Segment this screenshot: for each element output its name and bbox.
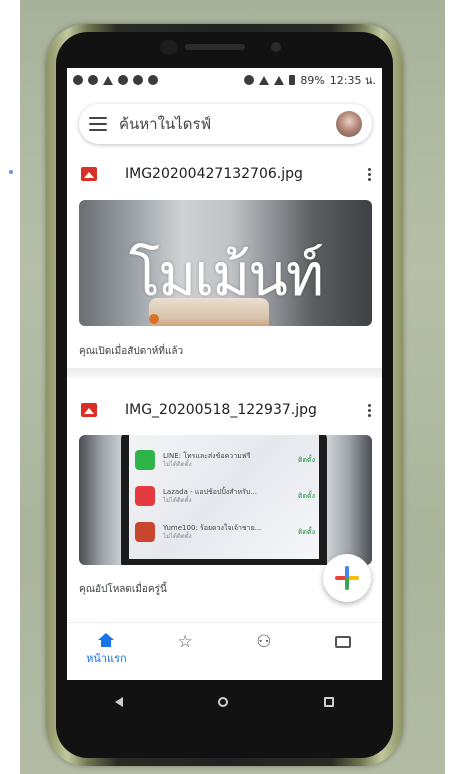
file-activity-text: คุณอัปโหลดเมื่อครู่นี้: [79, 584, 167, 595]
clock: 12:35 น.: [329, 74, 376, 87]
app-title: Lazada - แอปช้อปปิ้งสำหรับ... ไม่ได้ติดต…: [163, 487, 257, 504]
avatar[interactable]: [336, 111, 362, 137]
card-divider: [67, 368, 382, 378]
app-install-label: ติดตั้ง: [297, 491, 315, 500]
more-options-icon[interactable]: [368, 167, 372, 181]
cast-icon: [118, 75, 128, 85]
wifi-icon: [259, 75, 270, 85]
status-notifications: [73, 75, 158, 85]
thumbnail-cup-detail: [149, 314, 159, 324]
thumbnail-phone: LINE: โทรและส่งข้อความฟรี ไม่ได้ติดตั้ง …: [121, 435, 327, 565]
battery-icon: [289, 75, 296, 85]
nav-files[interactable]: [313, 633, 373, 648]
signal-icon: [274, 75, 285, 85]
app-title: Yume100: ร้อยดวงใจเจ้าชาย... ไม่ได้ติดตั…: [163, 523, 262, 540]
bottom-navigation: หน้าแรก ☆ ⚇: [67, 622, 382, 670]
file-item-header[interactable]: IMG_20200518_122937.jpg: [67, 394, 382, 426]
earpiece: [185, 44, 245, 50]
nav-shared[interactable]: ⚇: [234, 633, 294, 651]
home-circle-icon[interactable]: [218, 697, 229, 707]
new-item-button[interactable]: [323, 554, 371, 602]
thumbnail-app-row: Lazada - แอปช้อปปิ้งสำหรับ... ไม่ได้ติดต…: [135, 481, 315, 511]
status-bar: 89% 12:35 น.: [67, 68, 382, 92]
lazada-app-icon: [135, 486, 155, 506]
search-input[interactable]: ค้นหาในไดรฟ์: [119, 112, 336, 136]
file-name[interactable]: IMG_20200518_122937.jpg: [125, 402, 368, 418]
line-app-icon: [135, 450, 155, 470]
file-thumbnail[interactable]: โมเม้นท์: [79, 200, 372, 326]
thumbnail-app-row: LINE: โทรและส่งข้อความฟรี ไม่ได้ติดตั้ง …: [135, 445, 315, 475]
hamburger-menu-icon[interactable]: [89, 117, 107, 131]
vibrate-icon: [244, 75, 255, 85]
file-thumbnail[interactable]: LINE: โทรและส่งข้อความฟรี ไม่ได้ติดตั้ง …: [79, 435, 372, 565]
people-icon: ⚇: [256, 632, 272, 652]
app-title: LINE: โทรและส่งข้อความฟรี ไม่ได้ติดตั้ง: [163, 451, 251, 468]
nav-home[interactable]: หน้าแรก: [76, 633, 136, 667]
yume100-app-icon: [135, 522, 155, 542]
image-file-icon: [81, 403, 97, 417]
stray-mark: [9, 170, 13, 174]
search-bar[interactable]: ค้นหาในไดรฟ์: [79, 104, 372, 144]
plus-icon-vertical: [345, 566, 349, 590]
system-navigation-bar: [67, 680, 382, 724]
battery-percent: 89%: [300, 73, 325, 87]
back-icon[interactable]: [114, 697, 123, 707]
app-install-label: ติดตั้ง: [297, 455, 315, 464]
file-item-header[interactable]: IMG20200427132706.jpg: [67, 158, 382, 190]
nav-starred[interactable]: ☆: [155, 633, 215, 651]
thumbnail-app-row: Yume100: ร้อยดวงใจเจ้าชาย... ไม่ได้ติดตั…: [135, 517, 315, 547]
cloud-icon: [133, 75, 143, 85]
front-sensor: [160, 40, 178, 54]
thumbnail-cup: [149, 298, 269, 326]
image-file-icon: [81, 167, 97, 181]
recents-icon[interactable]: [324, 697, 335, 707]
sync-icon: [148, 75, 158, 85]
folder-icon: [334, 636, 351, 648]
send-icon: [103, 75, 113, 85]
notification-icon: [73, 75, 83, 85]
thumbnail-phone-screen: LINE: โทรและส่งข้อความฟรี ไม่ได้ติดตั้ง …: [129, 435, 319, 559]
more-options-icon[interactable]: [368, 403, 372, 417]
star-icon: ☆: [177, 632, 193, 652]
download-icon: [88, 75, 98, 85]
file-name[interactable]: IMG20200427132706.jpg: [125, 166, 368, 182]
page-margin: [0, 0, 20, 774]
phone-screen: 89% 12:35 น. ค้นหาในไดรฟ์ IMG20200427132…: [67, 68, 382, 680]
file-activity-text: คุณเปิดเมื่อสัปดาห์ที่แล้ว: [79, 346, 184, 357]
nav-home-label: หน้าแรก: [86, 652, 127, 665]
home-icon: [98, 633, 115, 647]
front-camera: [271, 42, 281, 52]
status-system: 89% 12:35 น.: [244, 71, 376, 89]
app-install-label: ติดตั้ง: [297, 527, 315, 536]
